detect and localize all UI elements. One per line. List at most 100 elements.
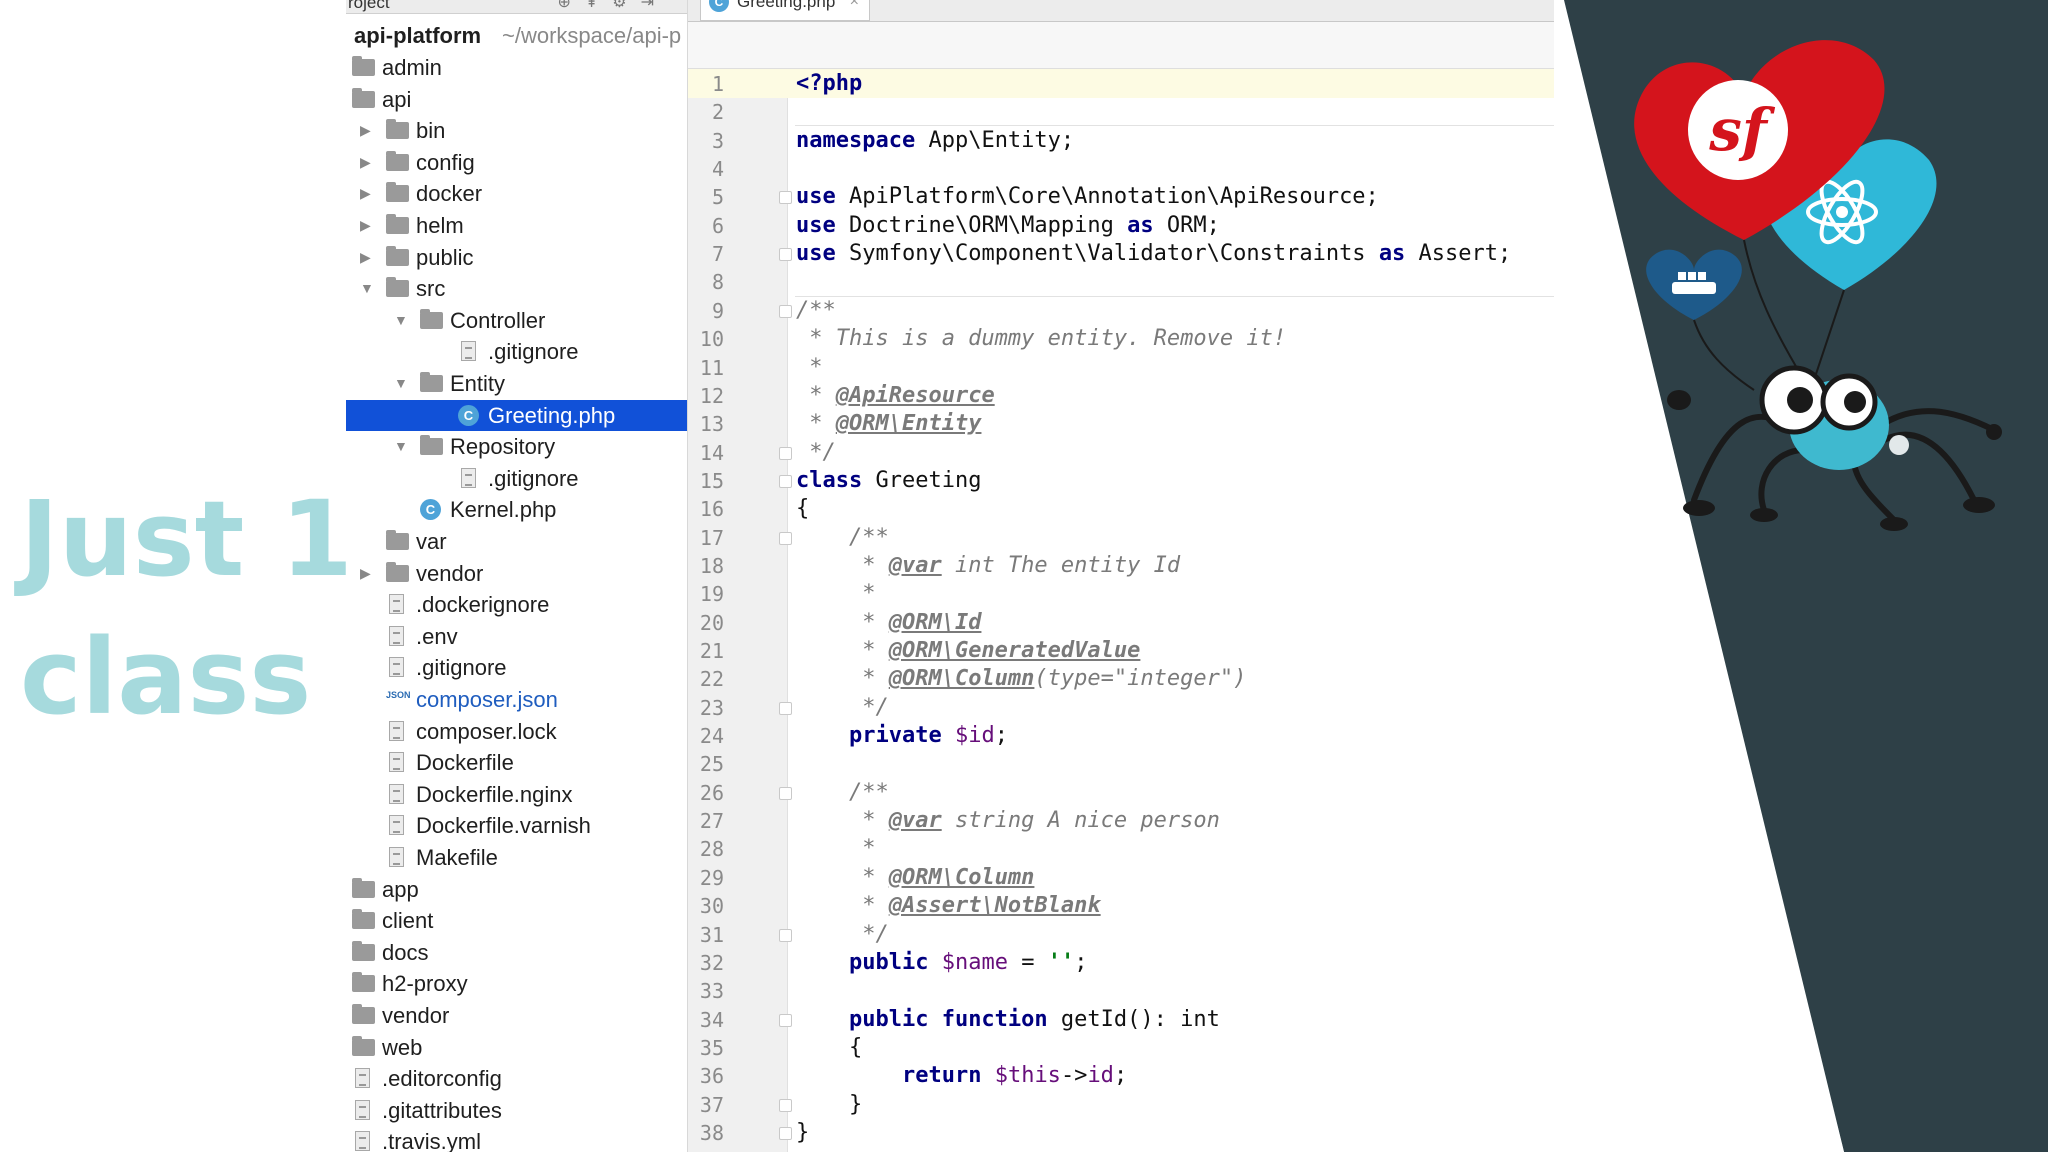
code-token: }	[796, 1119, 810, 1145]
line-number: 23	[699, 695, 724, 720]
tree-item[interactable]: composer.lock	[346, 716, 687, 747]
line-number: 6	[711, 213, 724, 238]
tree-item[interactable]: Dockerfile	[346, 747, 687, 778]
tab-greeting-php[interactable]: C Greeting.php ×	[700, 0, 870, 21]
code-token: ;	[994, 723, 1008, 749]
fold-marker-icon[interactable]	[779, 304, 792, 318]
fold-marker-icon[interactable]	[779, 1098, 792, 1112]
code-token: *	[796, 609, 889, 635]
fold-marker-icon[interactable]	[779, 1013, 792, 1027]
code-line: namespace App\Entity;	[796, 127, 1074, 155]
tree-item-label: vendor	[382, 1003, 450, 1028]
collapse-arrow-icon[interactable]: ▶	[360, 558, 374, 589]
line-number: 26	[699, 780, 724, 805]
fold-marker-icon[interactable]	[779, 191, 792, 205]
tree-item[interactable]: ▼ Controller	[346, 305, 687, 336]
expand-arrow-icon[interactable]: ▼	[394, 305, 408, 336]
tree-item[interactable]: h2-proxy	[346, 968, 687, 999]
tree-item[interactable]: .gitignore	[346, 652, 687, 683]
fold-marker-icon[interactable]	[779, 531, 792, 545]
tree-item[interactable]: client	[346, 905, 687, 936]
tree-item[interactable]: ▼ Entity	[346, 368, 687, 399]
tree-item[interactable]: Dockerfile.varnish	[346, 810, 687, 841]
code-token: ''	[1047, 949, 1075, 975]
tree-item[interactable]: .env	[346, 621, 687, 652]
code-token: *	[796, 354, 823, 380]
line-number: 31	[699, 922, 724, 947]
folder-icon	[386, 561, 409, 582]
tree-item[interactable]: vendor	[346, 1000, 687, 1031]
fold-marker-icon[interactable]	[779, 446, 792, 460]
tree-item[interactable]: .editorconfig	[346, 1063, 687, 1094]
collapse-icon[interactable]: ⇞	[585, 0, 612, 11]
code-line: return $this->id;	[796, 1062, 1127, 1090]
fold-marker-icon[interactable]	[779, 248, 792, 262]
tree-item[interactable]: var	[346, 526, 687, 557]
tree-item[interactable]: docs	[346, 937, 687, 968]
code-token: public function	[848, 1006, 1048, 1032]
fold-marker-icon[interactable]	[779, 474, 792, 488]
code-token: @ApiResource	[835, 382, 995, 408]
hide-icon[interactable]: ⇥	[641, 0, 668, 11]
code-token: @Assert\NotBlank	[888, 893, 1101, 919]
expand-arrow-icon[interactable]: ▼	[394, 368, 408, 399]
tree-item[interactable]: ▶ config	[346, 147, 687, 178]
tree-item[interactable]: C Kernel.php	[346, 494, 687, 525]
code-line: use Symfony\Component\Validator\Constrai…	[796, 240, 1511, 268]
tree-item[interactable]: ▶ bin	[346, 115, 687, 146]
code-token: /**	[796, 779, 889, 805]
project-panel-title: roject	[348, 0, 390, 12]
tree-item[interactable]: app	[346, 874, 687, 905]
tree-item[interactable]: web	[346, 1032, 687, 1063]
tree-item[interactable]: ▼ src	[346, 273, 687, 304]
locate-icon[interactable]: ⊕	[557, 0, 584, 11]
tree-item[interactable]: .gitignore	[346, 336, 687, 367]
line-number: 37	[699, 1092, 724, 1117]
tree-item[interactable]: ▶ vendor	[346, 558, 687, 589]
collapse-arrow-icon[interactable]: ▶	[360, 115, 374, 146]
file-icon	[389, 657, 404, 678]
tree-item[interactable]: ▶ public	[346, 242, 687, 273]
expand-arrow-icon[interactable]: ▼	[394, 431, 408, 462]
tree-item[interactable]: ▼ Repository	[346, 431, 687, 462]
code-line: }	[796, 1119, 809, 1147]
project-root[interactable]: api-platform ~/workspace/api-p	[346, 20, 687, 51]
tree-item[interactable]: .gitattributes	[346, 1095, 687, 1126]
tree-item[interactable]: Dockerfile.nginx	[346, 779, 687, 810]
close-icon[interactable]: ×	[850, 0, 859, 12]
line-number: 5	[711, 185, 724, 210]
line-number: 29	[699, 865, 724, 890]
tree-item[interactable]: Makefile	[346, 842, 687, 873]
tree-item[interactable]: JSON composer.json	[346, 684, 687, 715]
expand-arrow-icon[interactable]: ▼	[360, 273, 374, 304]
collapse-arrow-icon[interactable]: ▶	[360, 178, 374, 209]
tree-item[interactable]: ▶ helm	[346, 210, 687, 241]
code-line: <?php	[796, 70, 862, 98]
folder-icon	[352, 940, 375, 961]
collapse-arrow-icon[interactable]: ▶	[360, 242, 374, 273]
tree-item[interactable]: admin	[346, 52, 687, 83]
mascot-illustration: sf	[1554, 0, 2048, 1152]
tree-item[interactable]: api	[346, 84, 687, 115]
class-icon: C	[709, 0, 729, 12]
code-token: *	[796, 552, 889, 578]
tree-item-label: public	[416, 244, 474, 270]
code-token: ApiPlatform\Core\Annotation\ApiResource;	[835, 184, 1379, 210]
tree-item[interactable]: C Greeting.php	[346, 399, 687, 431]
collapse-arrow-icon[interactable]: ▶	[360, 210, 374, 241]
collapse-arrow-icon[interactable]: ▶	[360, 147, 374, 178]
tree-item[interactable]: .dockerignore	[346, 589, 687, 620]
code-line: * @ORM\Entity	[796, 410, 981, 438]
tree-item[interactable]: ▶ docker	[346, 178, 687, 209]
fold-marker-icon[interactable]	[779, 701, 792, 715]
gear-icon[interactable]: ⚙	[612, 0, 640, 11]
fold-marker-icon[interactable]	[779, 786, 792, 800]
fold-marker-icon[interactable]	[779, 928, 792, 942]
tree-item[interactable]: .travis.yml	[346, 1126, 687, 1152]
fold-marker-icon[interactable]	[779, 1126, 792, 1140]
folder-icon	[420, 308, 443, 329]
code-line: */	[796, 921, 889, 949]
tree-item[interactable]: .gitignore	[346, 463, 687, 494]
code-token: */	[796, 921, 889, 947]
